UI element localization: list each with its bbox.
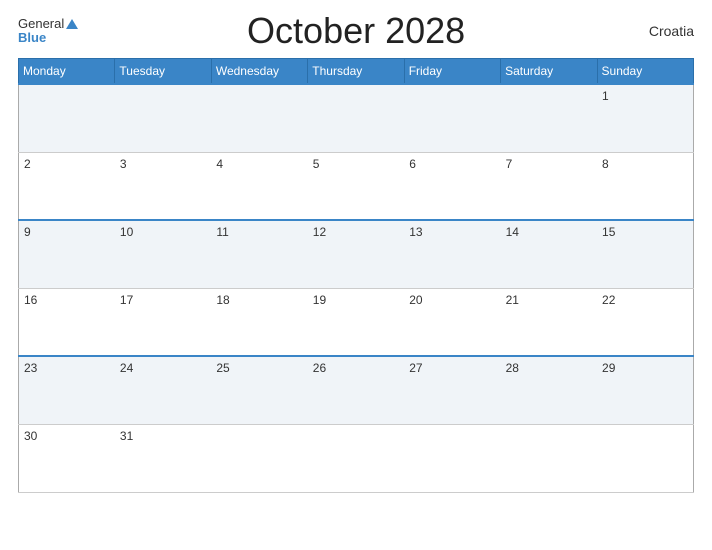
- calendar-day-cell: 16: [19, 288, 115, 356]
- calendar-day-cell: [211, 84, 307, 152]
- calendar-day-cell: 23: [19, 356, 115, 424]
- day-number: 18: [216, 293, 229, 307]
- calendar-day-cell: 30: [19, 424, 115, 492]
- calendar-day-cell: 31: [115, 424, 211, 492]
- calendar-day-cell: [404, 84, 500, 152]
- calendar-day-cell: 9: [19, 220, 115, 288]
- day-number: 26: [313, 361, 326, 375]
- calendar-day-cell: 12: [308, 220, 404, 288]
- day-number: 23: [24, 361, 37, 375]
- day-number: 29: [602, 361, 615, 375]
- calendar-day-cell: 18: [211, 288, 307, 356]
- calendar-day-cell: 4: [211, 152, 307, 220]
- calendar-day-cell: 15: [597, 220, 693, 288]
- calendar-week-row: 23 24 25 26 27 28 29: [19, 356, 694, 424]
- day-number: 4: [216, 157, 223, 171]
- calendar-day-cell: 8: [597, 152, 693, 220]
- calendar-title: October 2028: [78, 10, 634, 52]
- calendar-week-row: 1: [19, 84, 694, 152]
- calendar-day-cell: 20: [404, 288, 500, 356]
- calendar-day-cell: 10: [115, 220, 211, 288]
- calendar-day-cell: [19, 84, 115, 152]
- calendar-day-cell: 27: [404, 356, 500, 424]
- calendar-week-row: 16 17 18 19 20 21 22: [19, 288, 694, 356]
- col-friday: Friday: [404, 59, 500, 85]
- col-monday: Monday: [19, 59, 115, 85]
- calendar-day-cell: 7: [501, 152, 597, 220]
- col-saturday: Saturday: [501, 59, 597, 85]
- logo-blue-label: Blue: [18, 31, 46, 45]
- calendar-day-cell: [597, 424, 693, 492]
- day-number: 6: [409, 157, 416, 171]
- day-number: 9: [24, 225, 31, 239]
- day-number: 2: [24, 157, 31, 171]
- calendar-day-cell: 26: [308, 356, 404, 424]
- logo-general-text: General: [18, 17, 78, 31]
- calendar-day-cell: [501, 424, 597, 492]
- day-number: 19: [313, 293, 326, 307]
- day-number: 7: [506, 157, 513, 171]
- day-number: 17: [120, 293, 133, 307]
- col-tuesday: Tuesday: [115, 59, 211, 85]
- calendar-day-cell: [115, 84, 211, 152]
- day-number: 22: [602, 293, 615, 307]
- day-number: 30: [24, 429, 37, 443]
- calendar-body: 1234567891011121314151617181920212223242…: [19, 84, 694, 492]
- calendar-day-cell: [501, 84, 597, 152]
- day-number: 12: [313, 225, 326, 239]
- logo-triangle-icon: [66, 19, 78, 29]
- calendar-day-cell: 28: [501, 356, 597, 424]
- calendar-day-cell: 21: [501, 288, 597, 356]
- day-number: 15: [602, 225, 615, 239]
- col-wednesday: Wednesday: [211, 59, 307, 85]
- calendar-day-cell: 3: [115, 152, 211, 220]
- day-number: 28: [506, 361, 519, 375]
- calendar-day-cell: 14: [501, 220, 597, 288]
- calendar-week-row: 30 31: [19, 424, 694, 492]
- calendar-day-cell: 5: [308, 152, 404, 220]
- calendar-day-cell: 25: [211, 356, 307, 424]
- calendar-day-cell: 19: [308, 288, 404, 356]
- day-number: 14: [506, 225, 519, 239]
- logo: General Blue: [18, 17, 78, 46]
- day-number: 5: [313, 157, 320, 171]
- day-number: 10: [120, 225, 133, 239]
- page: General Blue October 2028 Croatia Monday…: [0, 0, 712, 550]
- calendar-table: Monday Tuesday Wednesday Thursday Friday…: [18, 58, 694, 493]
- calendar-day-cell: 22: [597, 288, 693, 356]
- header: General Blue October 2028 Croatia: [18, 10, 694, 52]
- calendar-week-row: 2 3 4 5 6 7 8: [19, 152, 694, 220]
- calendar-day-cell: 29: [597, 356, 693, 424]
- day-number: 27: [409, 361, 422, 375]
- calendar-day-cell: [308, 424, 404, 492]
- calendar-day-cell: 1: [597, 84, 693, 152]
- calendar-day-cell: 13: [404, 220, 500, 288]
- calendar-header-row: Monday Tuesday Wednesday Thursday Friday…: [19, 59, 694, 85]
- day-number: 21: [506, 293, 519, 307]
- calendar-day-cell: 2: [19, 152, 115, 220]
- day-number: 24: [120, 361, 133, 375]
- col-sunday: Sunday: [597, 59, 693, 85]
- calendar-day-cell: 11: [211, 220, 307, 288]
- calendar-day-cell: 6: [404, 152, 500, 220]
- day-number: 25: [216, 361, 229, 375]
- day-number: 3: [120, 157, 127, 171]
- day-number: 13: [409, 225, 422, 239]
- country-label: Croatia: [634, 23, 694, 39]
- calendar-day-cell: [404, 424, 500, 492]
- day-number: 11: [216, 225, 228, 239]
- day-number: 8: [602, 157, 609, 171]
- calendar-day-cell: 24: [115, 356, 211, 424]
- day-number: 16: [24, 293, 37, 307]
- logo-general-label: General: [18, 17, 64, 31]
- day-number: 20: [409, 293, 422, 307]
- calendar-week-row: 9 10 11 12 13 14 15: [19, 220, 694, 288]
- calendar-day-cell: 17: [115, 288, 211, 356]
- calendar-day-cell: [211, 424, 307, 492]
- day-number: 31: [120, 429, 133, 443]
- col-thursday: Thursday: [308, 59, 404, 85]
- day-number: 1: [602, 89, 609, 103]
- calendar-day-cell: [308, 84, 404, 152]
